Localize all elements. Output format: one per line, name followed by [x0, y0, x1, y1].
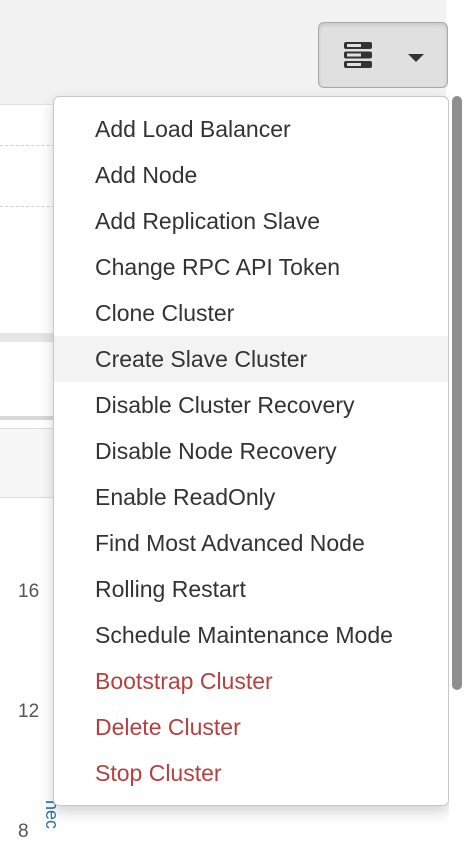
chart-y-tick-label: 16 — [18, 581, 40, 602]
menu-item-create-slave-cluster[interactable]: Create Slave Cluster — [54, 336, 448, 382]
menu-item-bootstrap-cluster[interactable]: Bootstrap Cluster — [54, 658, 448, 704]
menu-item-delete-cluster[interactable]: Delete Cluster — [54, 704, 448, 750]
divider-dashed — [0, 206, 60, 207]
cluster-actions-menu-button[interactable] — [318, 22, 448, 88]
toolbar-band-edge — [446, 0, 464, 104]
menu-item-disable-cluster-recovery[interactable]: Disable Cluster Recovery — [54, 382, 448, 428]
menu-item-change-rpc-api-token[interactable]: Change RPC API Token — [54, 244, 448, 290]
menu-item-clone-cluster[interactable]: Clone Cluster — [54, 290, 448, 336]
chart-y-tick-label: 12 — [18, 701, 40, 722]
divider-dashed — [0, 145, 60, 146]
menu-item-schedule-maintenance-mode[interactable]: Schedule Maintenance Mode — [54, 612, 448, 658]
chart-y-tick-label: 8 — [18, 821, 29, 842]
scrollbar-thumb[interactable] — [452, 96, 462, 690]
menu-item-rolling-restart[interactable]: Rolling Restart — [54, 566, 448, 612]
caret-down-icon — [408, 54, 424, 62]
cluster-actions-dropdown: Add Load Balancer Add Node Add Replicati… — [53, 96, 449, 806]
menu-item-disable-node-recovery[interactable]: Disable Node Recovery — [54, 428, 448, 474]
menu-item-enable-readonly[interactable]: Enable ReadOnly — [54, 474, 448, 520]
menu-item-find-most-advanced-node[interactable]: Find Most Advanced Node — [54, 520, 448, 566]
page: 16 12 8 nec Add Load Balancer Add Node A… — [0, 0, 464, 848]
menu-item-add-replication-slave[interactable]: Add Replication Slave — [54, 198, 448, 244]
menu-item-add-node[interactable]: Add Node — [54, 152, 448, 198]
server-stack-icon — [343, 41, 373, 69]
menu-item-add-load-balancer[interactable]: Add Load Balancer — [54, 106, 448, 152]
menu-item-stop-cluster[interactable]: Stop Cluster — [54, 750, 448, 796]
